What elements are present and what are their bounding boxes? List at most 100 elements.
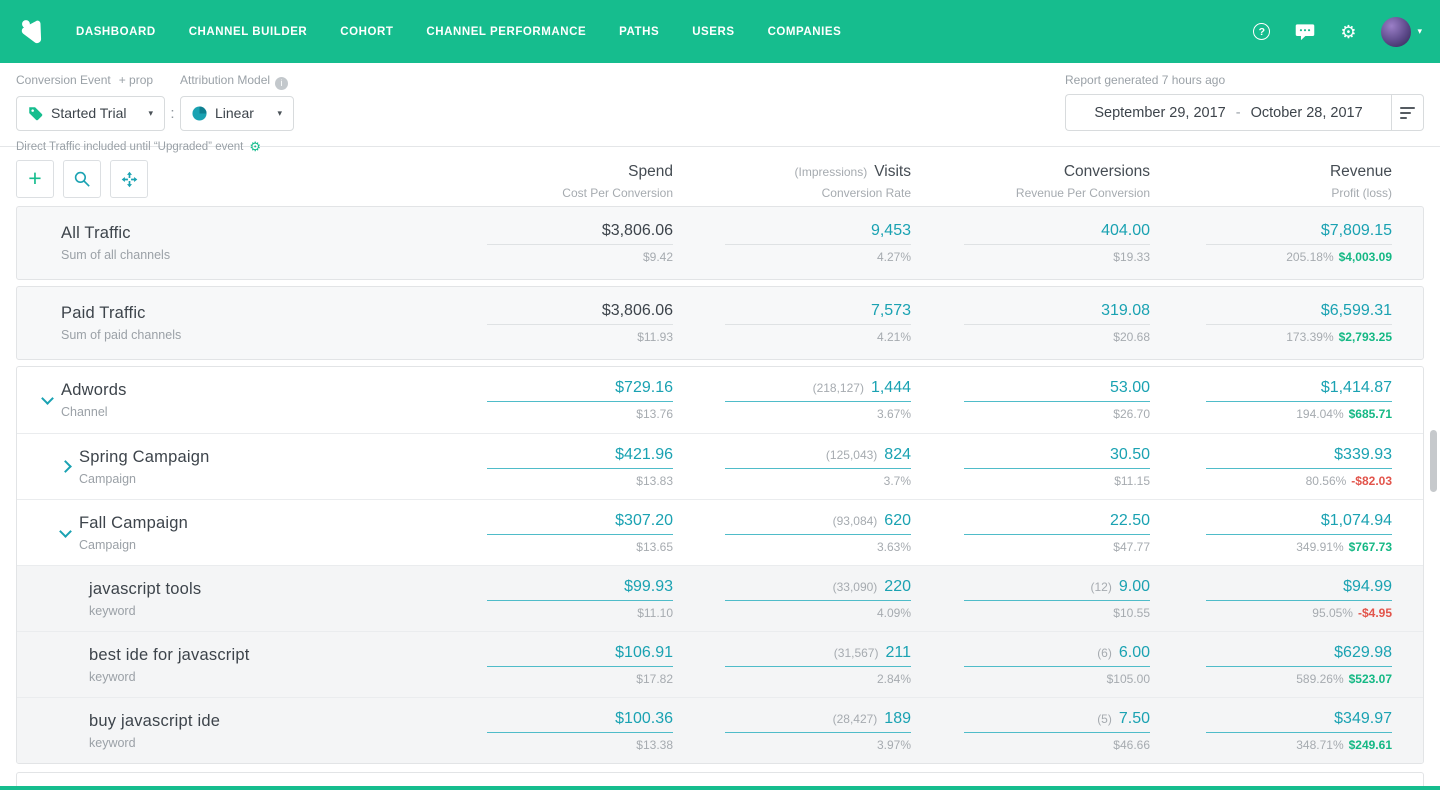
cell-value-line[interactable]: 319.08 — [964, 302, 1150, 325]
cell-value-line[interactable]: $629.98 — [1206, 644, 1392, 667]
cell-value-line[interactable]: 30.50 — [964, 446, 1150, 469]
table-row[interactable]: Spring Campaign Campaign $421.96 $13.83 … — [17, 433, 1423, 499]
cell-value-line[interactable]: 53.00 — [964, 379, 1150, 402]
table-row[interactable]: Adwords Channel $729.16 $13.76 (218,127)… — [17, 367, 1423, 433]
cell-subvalue: 205.18%$4,003.09 — [1150, 250, 1392, 264]
nav-item-paths[interactable]: PATHS — [619, 26, 659, 38]
cell-value: 319.08 — [1101, 302, 1150, 319]
nav-item-cohort[interactable]: COHORT — [340, 26, 393, 38]
impressions-count: (218,127) — [813, 381, 864, 395]
table-row[interactable]: best ide for javascript keyword $106.91 … — [17, 631, 1423, 697]
chevron-down-icon: ▾ — [1417, 26, 1422, 37]
impressions-count: (125,043) — [826, 448, 877, 462]
cell-subvalue: $19.33 — [911, 250, 1150, 264]
gear-icon[interactable]: ⚙ — [249, 139, 261, 155]
cell-value: $1,414.87 — [1321, 379, 1392, 396]
cell-value-line[interactable]: (93,084)620 — [725, 512, 911, 535]
profit-amount: $2,793.25 — [1339, 330, 1392, 344]
cell-value: 211 — [885, 644, 911, 661]
move-button[interactable] — [110, 160, 148, 198]
cell-value-line[interactable]: (31,567)211 — [725, 644, 911, 667]
cell-value-line[interactable]: $7,809.15 — [1206, 222, 1392, 245]
profit-amount: $685.71 — [1349, 407, 1392, 421]
cell-value-line[interactable]: $1,074.94 — [1206, 512, 1392, 535]
cell-subvalue: 2.84% — [673, 672, 911, 686]
cell-value-line[interactable]: $1,414.87 — [1206, 379, 1392, 402]
visits-cell: 9,453 4.27% — [673, 222, 911, 264]
logo-mark — [18, 17, 48, 47]
tag-icon — [28, 106, 43, 121]
cell-value-line[interactable]: $729.16 — [487, 379, 673, 402]
conversions-cell: 53.00 $26.70 — [911, 379, 1150, 421]
account-menu[interactable]: ▾ — [1381, 17, 1422, 47]
cell-value-line[interactable]: $349.97 — [1206, 710, 1392, 733]
nav-item-users[interactable]: USERS — [692, 26, 734, 38]
cell-value-line[interactable]: $421.96 — [487, 446, 673, 469]
nav-item-channel-builder[interactable]: CHANNEL BUILDER — [189, 26, 308, 38]
gear-icon[interactable]: ⚙ — [1340, 23, 1356, 41]
app-logo[interactable] — [18, 16, 50, 48]
cell-value-line[interactable]: $94.99 — [1206, 578, 1392, 601]
attribution-model-dropdown[interactable]: Linear ▾ — [180, 96, 294, 131]
visits-cell: 7,573 4.21% — [673, 302, 911, 344]
cell-value-line[interactable]: (28,427)189 — [725, 710, 911, 733]
table-toolbar: + — [16, 160, 435, 198]
cell-value-line[interactable]: $106.91 — [487, 644, 673, 667]
cell-subvalue: $13.38 — [435, 738, 673, 752]
cell-value: 7,573 — [871, 302, 911, 319]
conversions-cell: (5)7.50 $46.66 — [911, 710, 1150, 752]
add-prop-link[interactable]: + prop — [119, 73, 153, 87]
nav-item-dashboard[interactable]: DASHBOARD — [76, 26, 156, 38]
cell-value-line[interactable]: (125,043)824 — [725, 446, 911, 469]
sort-icon — [1400, 117, 1407, 119]
cell-value-line[interactable]: $339.93 — [1206, 446, 1392, 469]
visits-cell: (93,084)620 3.63% — [673, 512, 911, 554]
cell-value-line[interactable]: 22.50 — [964, 512, 1150, 535]
cell-value-line[interactable]: (218,127)1,444 — [725, 379, 911, 402]
cell-value-line[interactable]: $6,599.31 — [1206, 302, 1392, 325]
profit-amount: $767.73 — [1349, 540, 1392, 554]
cell-subvalue: 4.27% — [673, 250, 911, 264]
info-icon[interactable]: i — [275, 77, 288, 90]
top-nav: DASHBOARD CHANNEL BUILDER COHORT CHANNEL… — [0, 0, 1440, 63]
help-icon[interactable]: ? — [1253, 23, 1270, 40]
row-subtitle: Campaign — [79, 472, 210, 486]
cell-value-line[interactable]: 9,453 — [725, 222, 911, 245]
cell-value-line[interactable]: (6)6.00 — [964, 644, 1150, 667]
date-range-picker[interactable]: September 29, 2017 - October 28, 2017 — [1065, 94, 1391, 131]
table-row[interactable]: All Traffic Sum of all channels $3,806.0… — [17, 207, 1423, 279]
cell-value-line[interactable]: $100.36 — [487, 710, 673, 733]
table-row[interactable]: Paid Traffic Sum of paid channels $3,806… — [17, 287, 1423, 359]
cell-value-line[interactable]: 7,573 — [725, 302, 911, 325]
conversions-cell: 404.00 $19.33 — [911, 222, 1150, 264]
cell-value: $3,806.06 — [602, 222, 673, 239]
search-button[interactable] — [63, 160, 101, 198]
table-row[interactable]: Fall Campaign Campaign $307.20 $13.65 (9… — [17, 499, 1423, 565]
chevron-down-icon: ▾ — [148, 108, 153, 119]
cell-value-line[interactable]: (12)9.00 — [964, 578, 1150, 601]
scrollbar-thumb[interactable] — [1430, 430, 1437, 492]
profit-percentage: 349.91% — [1296, 540, 1343, 554]
nav-item-channel-performance[interactable]: CHANNEL PERFORMANCE — [426, 26, 586, 38]
cell-value-line[interactable]: $307.20 — [487, 512, 673, 535]
cell-value-line[interactable]: $99.93 — [487, 578, 673, 601]
conversion-event-dropdown[interactable]: Started Trial ▾ — [16, 96, 165, 131]
cell-value-line[interactable]: $3,806.06 — [487, 222, 673, 245]
row-title: javascript tools — [89, 580, 201, 599]
column-header-revenue: Revenue Profit (loss) — [1150, 160, 1392, 200]
avatar[interactable] — [1381, 17, 1411, 47]
add-button[interactable]: + — [16, 160, 54, 198]
table-row[interactable]: buy javascript ide keyword $100.36 $13.3… — [17, 697, 1423, 763]
cell-value-line[interactable]: (5)7.50 — [964, 710, 1150, 733]
table-row[interactable]: javascript tools keyword $99.93 $11.10 (… — [17, 565, 1423, 631]
cell-value: 189 — [884, 710, 911, 727]
chat-icon[interactable] — [1295, 23, 1315, 41]
cell-value-line[interactable]: (33,090)220 — [725, 578, 911, 601]
report-options-button[interactable] — [1391, 94, 1424, 131]
cell-value-line[interactable]: 404.00 — [964, 222, 1150, 245]
column-header-conversions: Conversions Revenue Per Conversion — [911, 160, 1150, 200]
cell-subvalue: $46.66 — [911, 738, 1150, 752]
nav-item-companies[interactable]: COMPANIES — [768, 26, 842, 38]
cell-subvalue: $47.77 — [911, 540, 1150, 554]
cell-value-line[interactable]: $3,806.06 — [487, 302, 673, 325]
